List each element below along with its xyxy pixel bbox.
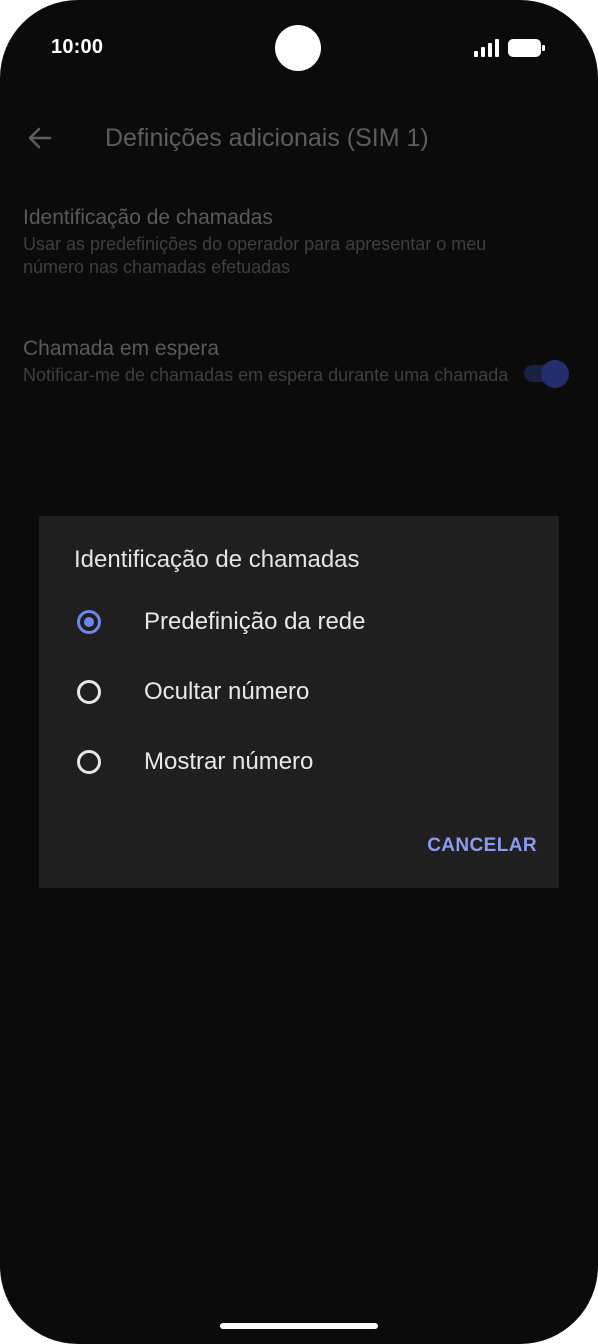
option-hide-number[interactable]: Ocultar número <box>39 664 559 724</box>
dialog-title: Identificação de chamadas <box>74 546 360 573</box>
toggle-thumb <box>541 360 569 388</box>
radio-unchecked-icon[interactable] <box>77 680 101 704</box>
battery-icon <box>508 39 545 57</box>
option-label: Predefinição da rede <box>144 608 366 635</box>
setting-title: Chamada em espera <box>23 337 220 360</box>
setting-call-waiting[interactable]: Chamada em espera Notificar-me de chamad… <box>23 334 573 387</box>
option-network-default[interactable]: Predefinição da rede <box>39 594 559 654</box>
radio-dot <box>84 617 94 627</box>
arrow-left-icon[interactable] <box>26 124 54 152</box>
phone-screen: 10:00 Definições adicionais (SIM 1) Iden… <box>0 0 598 1344</box>
camera-cutout <box>275 25 321 71</box>
status-time: 10:00 <box>51 36 104 58</box>
status-bar: 10:00 <box>0 0 598 96</box>
option-show-number[interactable]: Mostrar número <box>39 734 559 794</box>
setting-summary: Usar as predefinições do operador para a… <box>23 234 487 277</box>
signal-icon <box>474 39 499 57</box>
setting-summary: Notificar-me de chamadas em espera duran… <box>23 365 509 385</box>
caller-id-dialog: Identificação de chamadas Predefinição d… <box>39 516 559 888</box>
option-label: Ocultar número <box>144 678 310 705</box>
app-bar: Definições adicionais (SIM 1) <box>0 110 598 166</box>
option-label: Mostrar número <box>144 748 314 775</box>
radio-unchecked-icon[interactable] <box>77 750 101 774</box>
cancel-button[interactable]: CANCELAR <box>411 828 537 864</box>
setting-caller-id[interactable]: Identificação de chamadas Usar as predef… <box>23 203 573 279</box>
call-waiting-toggle[interactable] <box>522 360 572 388</box>
page-title: Definições adicionais (SIM 1) <box>105 124 429 152</box>
home-indicator[interactable] <box>220 1323 378 1329</box>
radio-checked-icon[interactable] <box>77 610 101 634</box>
setting-title: Identificação de chamadas <box>23 206 273 229</box>
